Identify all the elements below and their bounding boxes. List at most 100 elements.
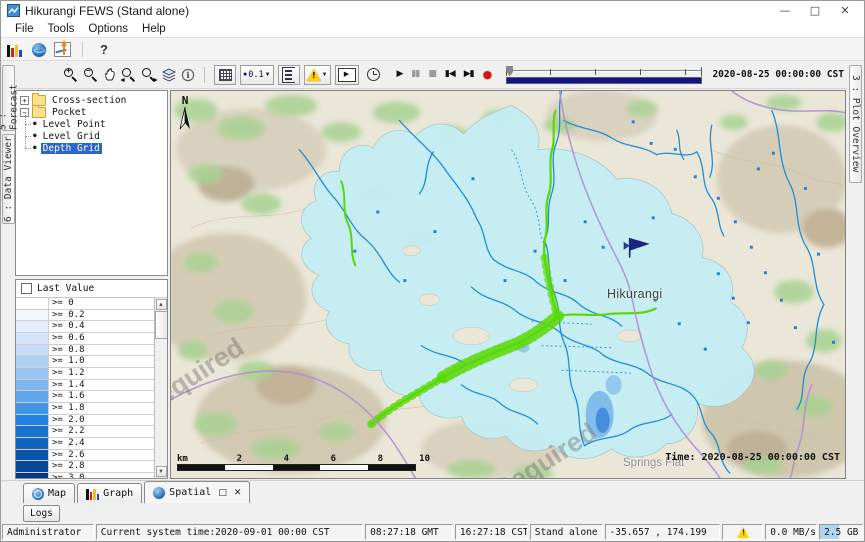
tree-item-label[interactable]: Depth Grid [41,143,102,154]
legend-icon [282,67,295,83]
tab-graph[interactable]: Graph [77,483,142,503]
legend-label: >= 2.8 [49,461,154,472]
status-coordinates: -35.657 , 174.199 [605,524,721,540]
grid-layer-button[interactable] [214,65,236,85]
scroll-up-icon[interactable]: ▲ [156,299,167,310]
dot-icon: ● [243,71,247,78]
menu-item[interactable]: Options [81,23,135,35]
legend-swatch [16,403,49,414]
minimize-button[interactable]: — [770,4,800,17]
tab-forecast[interactable]: 5 : Forecast [2,65,15,131]
status-data-rate: 0.0 MB/s [765,524,817,540]
legend-entry: >= 0 [16,298,154,310]
scrollbar-thumb[interactable] [155,311,168,339]
legend-entry: >= 1.4 [16,380,154,392]
tree-item-label[interactable]: Level Point [41,119,108,130]
application-window: Hikurangi FEWS (Stand alone) — □ ✕ File … [0,0,865,542]
tree-item[interactable]: ● Level Grid [16,130,167,142]
legend-swatch [16,356,49,367]
zoom-in-icon[interactable]: + [63,67,79,83]
graph-bars-icon [86,488,99,500]
chart-export-icon[interactable] [54,42,71,57]
legend-label: >= 1.0 [49,356,154,367]
legend-label: >= 2.0 [49,415,154,426]
layers-icon[interactable] [161,68,177,82]
legend-swatch [16,461,49,472]
last-value-checkbox[interactable] [21,283,32,294]
record-button[interactable]: ● [483,69,493,80]
legend-entry: >= 2.6 [16,450,154,462]
step-forward-button[interactable]: ▶▮ [464,70,474,79]
pan-hand-icon[interactable] [103,67,117,82]
legend-label: >= 1.2 [49,368,154,379]
menu-item[interactable]: Help [135,23,173,35]
zoom-next-icon[interactable]: ► [141,67,157,83]
legend-swatch [16,298,49,309]
tab-map[interactable]: Map [23,483,75,503]
info-icon[interactable]: i [181,68,195,82]
tab-close-icon[interactable]: ✕ [234,488,242,498]
tab-data-viewer[interactable]: 6 : Data Viewer [2,134,15,224]
status-mode: Stand alone [530,524,603,540]
bullet-icon: ● [33,121,37,127]
window-title: Hikurangi FEWS (Stand alone) [25,4,189,18]
legend-entry: >= 0.4 [16,321,154,333]
time-settings-button[interactable] [363,65,385,85]
app-logo-icon [7,4,20,17]
contour-value-button[interactable]: ● 0.1 ▼ [240,65,274,85]
zoom-previous-icon[interactable]: ◄ [121,67,137,83]
legend-label: >= 1.4 [49,380,154,391]
map-canvas [171,91,845,478]
legend-button[interactable] [278,65,300,85]
legend-entry: >= 0.6 [16,333,154,345]
status-bar: Administrator Current system time:2020-0… [1,523,864,541]
step-back-button[interactable]: ▮◀ [445,70,455,79]
close-button[interactable]: ✕ [830,4,860,17]
maximize-button[interactable]: □ [800,4,830,17]
status-gmt-time: 08:27:18 GMT [365,524,453,540]
menu-item[interactable]: File [8,23,41,35]
tree-item-label[interactable]: Pocket [50,107,88,118]
legend-label: >= 1.8 [49,403,154,414]
play-button[interactable]: ▶ [397,70,403,79]
tree-item-label[interactable]: Level Grid [41,131,102,142]
database-logs-icon[interactable] [6,41,23,57]
legend-label: >= 0.8 [49,345,154,356]
tab-map-label: Map [48,488,66,499]
tab-plot-overview[interactable]: 3 : Plot Overview [849,65,862,183]
legend-scrollbar[interactable]: ▲ ▼ [154,298,167,478]
pause-button[interactable]: ▮▮ [411,70,419,79]
dropdown-arrow-icon: ▼ [265,72,271,78]
time-slider-range [506,77,702,84]
legend-entry: >= 2.4 [16,438,154,450]
globe-map-icon[interactable] [30,41,47,57]
scroll-down-icon[interactable]: ▼ [156,466,167,477]
legend-label: >= 2.2 [49,426,154,437]
legend-label: >= 0.6 [49,333,154,344]
logs-button[interactable]: Logs [23,505,60,522]
animation-button[interactable]: ▶ [335,65,359,85]
tab-spatial[interactable]: Spatial □ ✕ [144,481,250,503]
folder-icon [32,107,46,118]
tab-restore-icon[interactable]: □ [218,488,227,498]
zoom-out-icon[interactable]: − [83,67,99,83]
tree-item-label[interactable]: Cross-section [50,95,128,106]
legend-entry: >= 2.0 [16,415,154,427]
tree-item[interactable]: ● Level Point [16,118,167,130]
legend-entry: >= 1.6 [16,391,154,403]
warnings-button[interactable]: ! ▼ [304,65,331,85]
time-slider[interactable] [506,66,702,84]
map-view[interactable]: N API Key Required API Key Required Hiku… [170,90,846,479]
stop-button[interactable]: ■ [428,70,436,79]
legend-label: >= 0 [49,298,154,309]
tree-item[interactable]: − ● Pocket [16,106,167,118]
map-globe-icon [32,488,44,500]
tree-item[interactable]: ● Depth Grid [16,142,167,154]
tree-toggle-icon[interactable]: + [20,96,29,105]
menu-item[interactable]: Tools [41,23,82,35]
help-button[interactable]: ? [94,42,114,57]
legend-swatch [16,321,49,332]
warning-triangle-icon: ! [737,527,749,538]
status-warning[interactable]: ! [722,524,763,540]
map-toolbar: + − ◄ ► i ● 0.1 ▼ [15,61,847,89]
